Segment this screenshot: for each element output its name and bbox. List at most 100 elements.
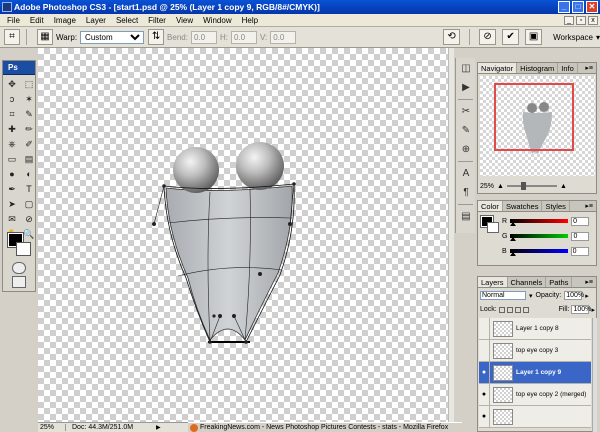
eye-icon[interactable]: ● — [479, 383, 490, 406]
zoom-slider-thumb[interactable] — [520, 182, 526, 190]
eye-icon[interactable]: ● — [479, 405, 490, 428]
red-slider-knob[interactable] — [510, 222, 517, 226]
menu-edit[interactable]: Edit — [25, 14, 49, 27]
zoom-in-icon[interactable]: ▲ — [560, 183, 567, 190]
pen-icon[interactable]: ✒ — [4, 182, 20, 196]
b-value[interactable]: 0 — [570, 246, 589, 256]
actions-panel-icon[interactable]: ▶ — [457, 79, 475, 96]
stamp-icon[interactable]: ⎈ — [4, 137, 20, 151]
close-button[interactable]: ✕ — [586, 1, 598, 13]
navigator-preview[interactable] — [480, 76, 595, 176]
doc-restore-button[interactable]: ▫ — [576, 15, 586, 25]
tab-histogram[interactable]: Histogram — [517, 63, 559, 73]
eraser-icon[interactable]: ▭ — [4, 152, 20, 166]
opacity-arrow-icon[interactable]: ▸ — [585, 292, 589, 300]
menu-filter[interactable]: Filter — [143, 14, 171, 27]
green-slider-knob[interactable] — [510, 237, 517, 241]
green-slider[interactable] — [510, 234, 569, 241]
eye-icon[interactable]: ● — [479, 361, 490, 384]
menu-window[interactable]: Window — [198, 14, 236, 27]
quick-mask-icon[interactable] — [12, 262, 26, 274]
status-menu-arrow-icon[interactable]: ▶ — [156, 424, 161, 431]
marquee-icon[interactable]: ⬚ — [21, 77, 37, 91]
commit-transform-icon[interactable]: ✔ — [502, 29, 520, 45]
tool-presets-icon[interactable]: ✂ — [457, 103, 475, 120]
magic-wand-icon[interactable]: ✶ — [21, 92, 37, 106]
history-brush-icon[interactable]: ✐ — [21, 137, 37, 151]
visibility-toggle[interactable] — [479, 339, 490, 362]
notes-icon[interactable]: ✉ — [4, 212, 20, 226]
slice-icon[interactable]: ✎ — [21, 107, 37, 121]
menu-help[interactable]: Help — [237, 14, 263, 27]
h-distortion-field[interactable]: 0.0 — [230, 30, 257, 44]
navigator-zoom-value[interactable]: 25% — [480, 183, 494, 190]
zoom-level[interactable]: 25% — [38, 424, 66, 431]
zoom-icon[interactable]: 🔍 — [21, 227, 37, 241]
firefox-taskbar-item[interactable]: FreakingNews.com - News Photoshop Pictur… — [188, 422, 462, 432]
clone-source-icon[interactable]: ⊕ — [457, 141, 475, 158]
layer-row[interactable]: ● — [479, 405, 591, 428]
menu-layer[interactable]: Layer — [81, 14, 111, 27]
tab-info[interactable]: Info — [558, 63, 578, 73]
layer-row-selected[interactable]: ● Layer 1 copy 9 — [479, 361, 591, 384]
navigator-zoom-slider[interactable] — [506, 182, 557, 190]
paragraph-panel-icon[interactable]: ¶ — [457, 184, 475, 201]
tab-channels[interactable]: Channels — [508, 277, 547, 287]
blue-slider[interactable] — [509, 249, 568, 256]
brushes-panel-icon[interactable]: ✎ — [457, 122, 475, 139]
switch-transform-icon[interactable]: ⟲ — [443, 29, 461, 45]
menu-image[interactable]: Image — [49, 14, 81, 27]
lock-all-icon[interactable] — [522, 306, 529, 313]
fill-arrow-icon[interactable]: ▸ — [591, 306, 595, 314]
brush-icon[interactable]: ✏ — [21, 122, 37, 136]
change-orientation-icon[interactable]: ⇅ — [148, 29, 165, 45]
layer-row[interactable]: ● top eye copy 2 (merged) — [479, 383, 591, 406]
opacity-field[interactable]: 100% — [564, 291, 584, 300]
warp-mode-toggle-icon[interactable]: ▦ — [37, 29, 53, 45]
color-background-swatch[interactable] — [487, 222, 499, 233]
crop-icon[interactable]: ⌗ — [4, 107, 20, 121]
layer-row[interactable]: top eye copy 3 — [479, 339, 591, 362]
workspace-menu[interactable]: Workspace ▾ — [553, 33, 600, 42]
path-select-icon[interactable]: ➤ — [4, 197, 20, 211]
tab-paths[interactable]: Paths — [546, 277, 573, 287]
type-icon[interactable]: T — [21, 182, 37, 196]
layer-row[interactable]: Layer 1 copy 8 — [479, 318, 591, 340]
character-panel-icon[interactable]: A — [457, 165, 475, 182]
blur-icon[interactable]: ● — [4, 167, 20, 181]
cancel-transform-icon[interactable]: ⊘ — [479, 29, 497, 45]
menu-file[interactable]: File — [2, 14, 25, 27]
background-color-swatch[interactable] — [16, 242, 31, 256]
lock-transparency-icon[interactable] — [498, 306, 505, 313]
lock-pixels-icon[interactable] — [506, 306, 513, 313]
layers-scrollbar[interactable] — [592, 318, 597, 432]
maximize-button[interactable]: □ — [572, 1, 584, 13]
bend-field[interactable]: 0.0 — [190, 30, 217, 44]
tab-swatches[interactable]: Swatches — [503, 201, 543, 211]
shape-icon[interactable]: ▢ — [21, 197, 37, 211]
tab-layers[interactable]: Layers — [478, 277, 508, 287]
tab-navigator[interactable]: Navigator — [478, 63, 518, 73]
panel-menu-icon[interactable]: ▸≡ — [585, 201, 596, 211]
zoom-out-icon[interactable]: ▲ — [497, 183, 504, 190]
layer-comps-icon[interactable]: ▤ — [457, 208, 475, 225]
warp-style-select[interactable]: Custom — [80, 30, 145, 44]
fill-field[interactable]: 100% — [571, 305, 591, 314]
minimize-button[interactable]: _ — [558, 1, 570, 13]
warp-tool-preset-icon[interactable]: ⌗ — [4, 29, 20, 45]
dodge-icon[interactable]: ◐ — [21, 167, 37, 181]
healing-icon[interactable]: ✚ — [4, 122, 20, 136]
lasso-icon[interactable]: ↄ — [4, 92, 20, 106]
red-slider[interactable] — [510, 219, 569, 226]
gradient-icon[interactable]: ▤ — [21, 152, 37, 166]
panel-menu-icon[interactable]: ▸≡ — [585, 277, 596, 287]
lock-position-icon[interactable] — [514, 306, 521, 313]
document-canvas[interactable] — [38, 48, 454, 422]
doc-close-button[interactable]: x — [588, 15, 598, 25]
tab-styles[interactable]: Styles — [542, 201, 570, 211]
blue-slider-knob[interactable] — [509, 252, 516, 256]
menu-select[interactable]: Select — [111, 14, 143, 27]
screen-mode-icon[interactable] — [12, 276, 26, 288]
history-panel-icon[interactable]: ◫ — [457, 60, 475, 77]
menu-view[interactable]: View — [171, 14, 198, 27]
